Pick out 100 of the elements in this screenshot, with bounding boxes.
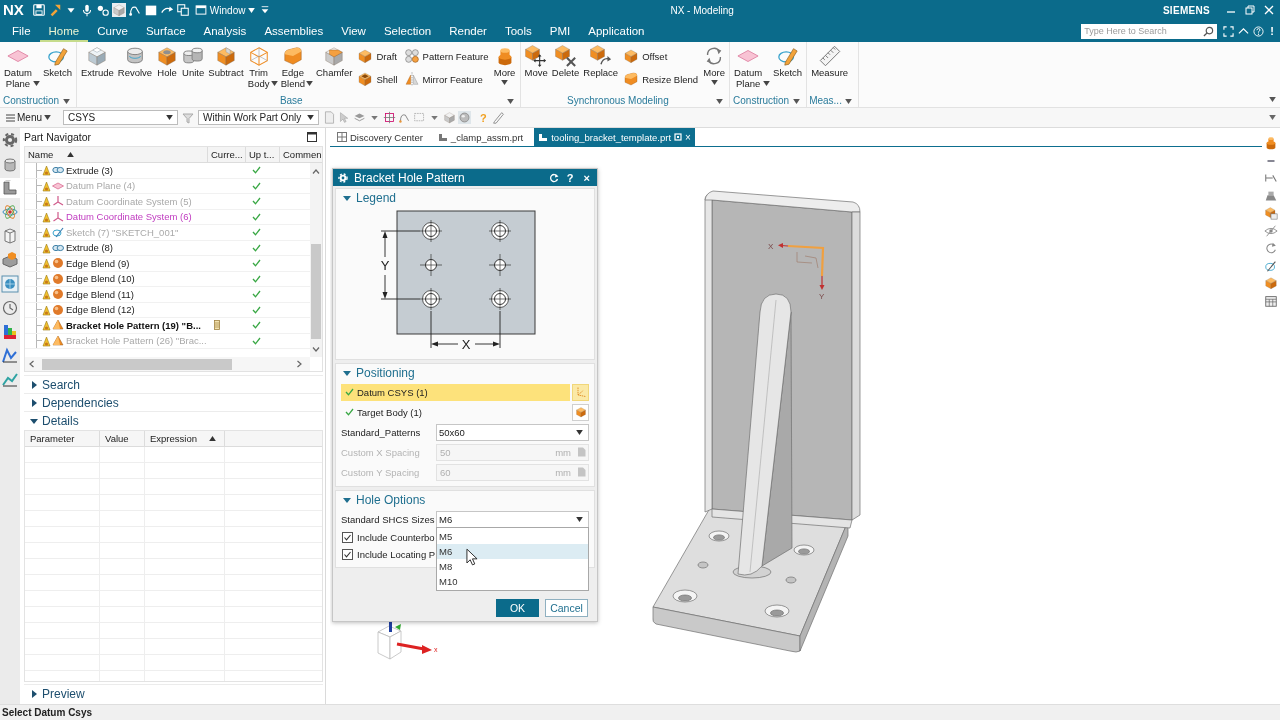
gear-icon[interactable] <box>0 130 20 150</box>
triangle-icon[interactable] <box>30 689 38 698</box>
section-header[interactable]: Positioning <box>336 364 594 382</box>
chevron-up-icon[interactable] <box>1238 25 1250 37</box>
scroll-up-icon[interactable] <box>312 169 320 174</box>
globe-icon[interactable] <box>0 274 20 294</box>
caret-icon[interactable] <box>270 81 278 86</box>
block-icon[interactable] <box>0 250 20 270</box>
scroll-left-icon[interactable] <box>29 360 34 368</box>
cube-icon[interactable] <box>111 3 126 17</box>
caret-icon[interactable] <box>576 429 583 435</box>
ribbon-button[interactable]: More <box>491 45 518 94</box>
menu-tab[interactable]: View <box>332 20 375 42</box>
tree-item-label[interactable]: Edge Blend (9) <box>66 257 130 269</box>
close-icon[interactable] <box>1264 5 1274 15</box>
ribbon-button[interactable]: Unite <box>180 45 207 94</box>
selection-step[interactable]: Target Body (1) <box>341 403 570 421</box>
caret-icon[interactable] <box>716 99 724 104</box>
save-icon[interactable] <box>31 3 46 17</box>
close-button[interactable]: × <box>685 131 691 143</box>
menu-tab[interactable]: Tools <box>495 20 541 42</box>
section-header[interactable]: Preview <box>24 684 323 702</box>
pin-icon[interactable] <box>674 133 683 141</box>
menu-tab[interactable]: Application <box>579 20 654 42</box>
menu-button[interactable]: Menu <box>4 112 53 123</box>
menu-tab[interactable]: PMI <box>540 20 580 42</box>
tree-item-label[interactable]: Edge Blend (10) <box>66 273 135 285</box>
dropdown[interactable]: M6 <box>436 510 589 528</box>
ribbon-button[interactable]: Sketch <box>771 45 805 94</box>
caret-icon[interactable] <box>576 516 583 522</box>
ribbon-button[interactable]: Pattern Feature <box>403 45 489 67</box>
section-header[interactable]: Search <box>24 375 323 393</box>
caret-icon[interactable] <box>710 80 718 85</box>
bracket-icon[interactable] <box>0 178 20 198</box>
scrollbar[interactable] <box>25 357 310 371</box>
triangle-icon[interactable] <box>30 380 38 389</box>
ribbon-button[interactable]: Draft <box>357 45 398 67</box>
clock-icon[interactable] <box>0 298 20 318</box>
caret-icon[interactable] <box>763 81 771 86</box>
caret-icon[interactable] <box>506 99 514 104</box>
column-header[interactable]: Up t... <box>246 147 280 162</box>
graph-icon[interactable] <box>0 346 20 366</box>
triangle-icon[interactable] <box>343 194 351 202</box>
caret-icon[interactable] <box>166 115 173 120</box>
ribbon-button[interactable]: Datum Plane <box>2 45 41 94</box>
tree-item-label[interactable]: Edge Blend (12) <box>66 304 135 316</box>
ribbon-button[interactable]: Delete <box>549 45 582 94</box>
maximize-icon[interactable] <box>307 132 317 142</box>
tree-item-label[interactable]: Extrude (3) <box>66 164 113 176</box>
tree-item-label[interactable]: Extrude (8) <box>66 242 113 254</box>
ribbon-button[interactable]: Measure <box>809 45 851 94</box>
ribbon-button[interactable]: Shell <box>357 68 398 90</box>
icon-button[interactable] <box>572 403 589 421</box>
dropdown-option[interactable]: M8 <box>437 559 588 574</box>
column-header[interactable]: Commen <box>280 147 322 162</box>
section-header[interactable]: Details <box>24 411 323 429</box>
caret-icon[interactable] <box>501 80 509 85</box>
checkbox[interactable] <box>342 532 353 543</box>
table-icon[interactable] <box>1264 293 1278 308</box>
ribbon-button[interactable]: Edge Blend <box>278 45 314 94</box>
section-header[interactable]: Legend <box>336 189 594 207</box>
cube-icon[interactable] <box>1264 206 1278 220</box>
tree-item-label[interactable]: Edge Blend (11) <box>66 288 134 300</box>
dropdown-list[interactable]: M5 M6 M8 M10 <box>436 527 589 591</box>
caret-icon[interactable] <box>44 115 51 120</box>
column-header[interactable]: Curre... <box>208 147 246 162</box>
help-button[interactable]: ? <box>564 171 576 184</box>
column-header[interactable]: Parameter <box>25 431 100 446</box>
ribbon-button[interactable]: Move <box>522 45 550 94</box>
dropdown-option[interactable]: M10 <box>437 574 588 589</box>
scope-dropdown[interactable]: Within Work Part Only <box>198 110 319 125</box>
triangle-icon[interactable] <box>30 416 38 425</box>
sort-arrow-icon[interactable] <box>209 436 216 441</box>
scroll-thumb[interactable] <box>42 358 232 370</box>
scroll-right-icon[interactable] <box>297 360 302 368</box>
column-header[interactable]: Value <box>100 431 145 446</box>
document-tab[interactable]: _clamp_assm.prt <box>433 128 528 146</box>
scroll-down-icon[interactable] <box>312 347 320 352</box>
triangle-icon[interactable] <box>30 398 38 407</box>
help-icon[interactable] <box>1253 25 1265 37</box>
caret-icon[interactable] <box>248 7 256 13</box>
ribbon-button[interactable]: Extrude <box>79 45 116 94</box>
ribbon-button[interactable]: Offset <box>623 45 699 67</box>
menu-tab[interactable]: Surface <box>136 20 195 42</box>
fullscreen-icon[interactable] <box>1223 25 1235 37</box>
curve-icon[interactable] <box>127 3 142 17</box>
square-icon[interactable] <box>143 3 158 17</box>
caret-icon[interactable] <box>33 81 40 86</box>
notification-button[interactable]: ! <box>1268 25 1276 37</box>
cylinder-stack-icon[interactable] <box>1264 136 1278 150</box>
tree-item-label[interactable]: Datum Coordinate System (6) <box>66 211 192 223</box>
caret-icon[interactable] <box>63 99 71 104</box>
caret-icon[interactable] <box>260 5 271 15</box>
menu-tab[interactable]: Analysis <box>194 20 256 42</box>
menu-tab[interactable]: Assemblies <box>255 20 333 42</box>
ribbon-button[interactable]: Trim Body <box>245 45 279 94</box>
ribbon-button[interactable]: Chamfer <box>314 45 355 94</box>
ribbon-button[interactable]: Replace <box>581 45 621 94</box>
menu-tab[interactable]: Render <box>440 20 496 42</box>
ribbon-button[interactable]: Sketch <box>41 45 75 94</box>
